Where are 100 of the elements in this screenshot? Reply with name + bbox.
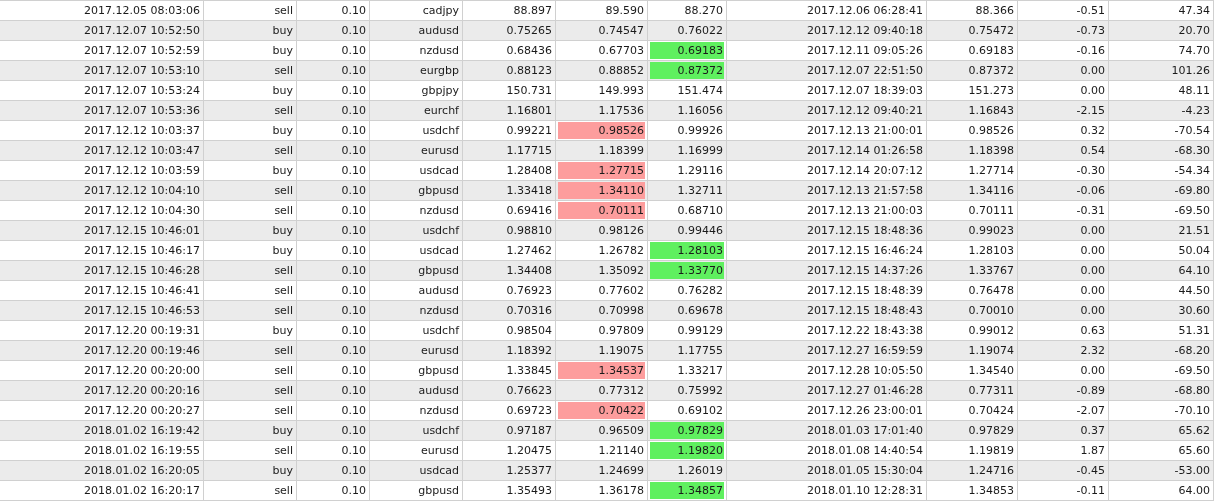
swap-cell-text: 0.54	[1079, 143, 1106, 159]
open-time-cell-text: 2018.01.02 16:19:55	[83, 443, 201, 459]
swap-cell-text: -0.89	[1075, 383, 1106, 399]
profit-cell-text: 51.31	[1177, 323, 1211, 339]
lot-size-cell-text: 0.10	[340, 83, 367, 99]
open-time-cell-text: 2017.12.20 00:20:27	[83, 403, 201, 419]
close-time-cell-text: 2017.12.12 09:40:21	[806, 103, 924, 119]
close-price-cell-text: 1.27714	[967, 163, 1015, 179]
profit-cell-text: 20.70	[1177, 23, 1211, 39]
symbol-cell-text: nzdusd	[418, 43, 460, 59]
order-type-cell-text: sell	[273, 3, 294, 19]
lot-size-cell-text: 0.10	[340, 203, 367, 219]
profit-cell-text: 64.10	[1177, 263, 1211, 279]
open-price-cell-text: 0.68436	[505, 43, 553, 59]
symbol-cell-text: nzdusd	[418, 403, 460, 419]
lot-size-cell-text: 0.10	[340, 103, 367, 119]
close-time-cell-text: 2017.12.14 20:07:12	[806, 163, 924, 179]
profit-cell-text: 101.26	[1170, 63, 1211, 79]
order-type-cell-text: sell	[273, 343, 294, 359]
close-price-cell-text: 1.34116	[967, 183, 1015, 199]
open-price-cell-text: 0.69416	[505, 203, 553, 219]
order-type-cell-text: buy	[271, 423, 294, 439]
stop-loss-cell: 0.70422	[558, 402, 645, 419]
close-time-cell-text: 2017.12.14 01:26:58	[806, 143, 924, 159]
open-time-cell-text: 2017.12.15 10:46:53	[83, 303, 201, 319]
stop-loss-cell: 1.27715	[558, 162, 645, 179]
take-profit-cell-text: 0.99926	[676, 123, 724, 139]
take-profit-cell: 1.34857	[650, 482, 724, 499]
swap-cell-text: 0.37	[1079, 423, 1106, 439]
close-time-cell-text: 2017.12.13 21:00:03	[806, 203, 924, 219]
order-type-cell-text: sell	[273, 183, 294, 199]
open-price-cell-text: 1.17715	[505, 143, 553, 159]
profit-cell-text: -53.00	[1173, 463, 1211, 479]
order-type-cell-text: buy	[271, 463, 294, 479]
open-price-cell-text: 0.69723	[505, 403, 553, 419]
stop-loss-cell-text: 0.77602	[597, 283, 645, 299]
open-time-cell-text: 2017.12.07 10:52:59	[83, 43, 201, 59]
swap-cell-text: 0.00	[1079, 363, 1106, 379]
lot-size-cell-text: 0.10	[340, 323, 367, 339]
open-time-cell-text: 2017.12.20 00:20:00	[83, 363, 201, 379]
swap-cell-text: 0.00	[1079, 223, 1106, 239]
open-price-cell-text: 0.98504	[505, 323, 553, 339]
take-profit-cell-text: 0.76282	[676, 283, 724, 299]
lot-size-cell-text: 0.10	[340, 243, 367, 259]
order-type-cell-text: buy	[271, 123, 294, 139]
close-price-cell-text: 1.16843	[967, 103, 1015, 119]
open-price-cell-text: 1.35493	[505, 483, 553, 499]
open-price-cell-text: 0.98810	[505, 223, 553, 239]
open-price-cell-text: 0.99221	[505, 123, 553, 139]
close-price-cell-text: 88.366	[974, 3, 1015, 19]
order-type-cell-text: sell	[273, 143, 294, 159]
swap-cell-text: 1.87	[1079, 443, 1106, 459]
take-profit-cell-text: 0.99129	[676, 323, 724, 339]
open-price-cell-text: 0.88123	[505, 63, 553, 79]
open-price-cell-text: 88.897	[512, 3, 553, 19]
open-time-cell-text: 2017.12.07 10:52:50	[83, 23, 201, 39]
open-time-cell-text: 2017.12.12 10:03:47	[83, 143, 201, 159]
swap-cell-text: 0.00	[1079, 243, 1106, 259]
close-time-cell-text: 2018.01.03 17:01:40	[806, 423, 924, 439]
symbol-cell-text: eurusd	[420, 343, 460, 359]
close-time-cell-text: 2017.12.15 18:48:43	[806, 303, 924, 319]
profit-cell-text: -69.50	[1173, 203, 1211, 219]
open-time-cell-text: 2018.01.02 16:20:05	[83, 463, 201, 479]
take-profit-cell-text: 1.16999	[676, 143, 724, 159]
order-type-cell-text: sell	[273, 383, 294, 399]
swap-cell-text: 0.00	[1079, 263, 1106, 279]
profit-cell-text: -70.10	[1173, 403, 1211, 419]
lot-size-cell-text: 0.10	[340, 303, 367, 319]
stop-loss-cell-text: 1.36178	[597, 483, 645, 499]
lot-size-cell-text: 0.10	[340, 383, 367, 399]
open-time-cell-text: 2017.12.12 10:03:59	[83, 163, 201, 179]
stop-loss-cell: 0.70111	[558, 202, 645, 219]
symbol-cell-text: gbpjpy	[420, 83, 460, 99]
swap-cell-text: -2.15	[1075, 103, 1106, 119]
swap-cell-text: 2.32	[1079, 343, 1106, 359]
profit-cell-text: -54.34	[1173, 163, 1211, 179]
stop-loss-cell-text: 0.98126	[597, 223, 645, 239]
order-type-cell-text: sell	[273, 403, 294, 419]
swap-cell-text: -0.51	[1075, 3, 1106, 19]
symbol-cell-text: eurusd	[420, 143, 460, 159]
profit-cell-text: -68.80	[1173, 383, 1211, 399]
order-type-cell-text: sell	[273, 103, 294, 119]
take-profit-cell-text: 0.76022	[676, 23, 724, 39]
symbol-cell-text: usdchf	[421, 323, 460, 339]
close-price-cell-text: 0.99023	[967, 223, 1015, 239]
lot-size-cell-text: 0.10	[340, 123, 367, 139]
close-time-cell-text: 2017.12.12 09:40:18	[806, 23, 924, 39]
open-time-cell-text: 2017.12.20 00:19:46	[83, 343, 201, 359]
close-time-cell-text: 2017.12.27 16:59:59	[806, 343, 924, 359]
stop-loss-cell-text: 0.74547	[597, 23, 645, 39]
profit-cell-text: 50.04	[1177, 243, 1211, 259]
open-time-cell-text: 2017.12.12 10:04:10	[83, 183, 201, 199]
close-time-cell-text: 2017.12.26 23:00:01	[806, 403, 924, 419]
swap-cell-text: -2.07	[1075, 403, 1106, 419]
close-price-cell-text: 1.18398	[967, 143, 1015, 159]
close-time-cell-text: 2017.12.13 21:57:58	[806, 183, 924, 199]
swap-cell-text: -0.11	[1075, 483, 1106, 499]
lot-size-cell-text: 0.10	[340, 23, 367, 39]
take-profit-cell-text: 88.270	[683, 3, 724, 19]
swap-cell-text: 0.00	[1079, 283, 1106, 299]
